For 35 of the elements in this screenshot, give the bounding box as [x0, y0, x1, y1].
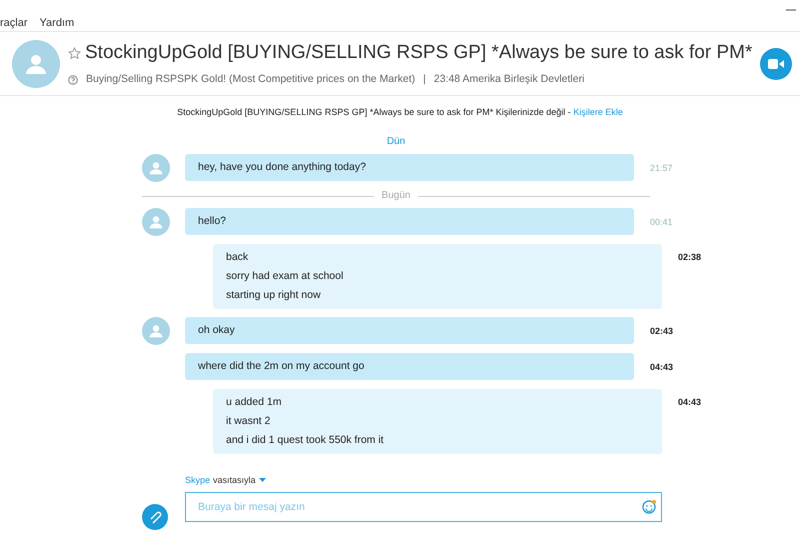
- message-text: it wasnt 2: [226, 414, 272, 429]
- message-text: and i did 1 quest took 550k from it: [226, 433, 385, 448]
- via-label: vasıtasıyla: [213, 474, 256, 487]
- day-separator: Dün: [386, 136, 406, 148]
- message-time: 02:43: [650, 325, 674, 338]
- notice-text: StockingUpGold [BUYING/SELLING RSPS GP] *Always be sure to ask for PM* Kişilerinizde değil -: [177, 107, 571, 117]
- message-text: u added 1m: [226, 395, 282, 410]
- menu-item[interactable]: raçlar: [0, 16, 28, 30]
- avatar-icon: [12, 40, 60, 88]
- video-call-button[interactable]: [760, 48, 792, 80]
- help-icon[interactable]: [68, 74, 78, 85]
- menu-item[interactable]: Yardım: [40, 16, 74, 30]
- message-text: hello?: [198, 214, 228, 229]
- caret-icon[interactable]: [258, 478, 266, 484]
- emoji-icon[interactable]: [642, 500, 656, 514]
- video-camera-icon: [768, 58, 784, 68]
- message-time: 02:38: [678, 251, 702, 264]
- message-time: 21:57: [650, 162, 674, 175]
- message-text: hey, have you done anything today?: [198, 160, 367, 175]
- message-text: oh okay: [198, 323, 236, 338]
- separator-label: |: [423, 72, 426, 87]
- attach-icon[interactable]: [142, 504, 168, 530]
- message-text: back: [226, 250, 250, 265]
- message-text: sorry had exam at school: [226, 269, 344, 284]
- message-time: 04:43: [678, 396, 702, 409]
- contact-status: Buying/Selling RSPSPK Gold! (Most Competitive prices on the Market): [86, 72, 416, 87]
- message-text: where did the 2m on my account go: [198, 359, 366, 374]
- favorite-star-icon[interactable]: [68, 46, 81, 60]
- message-text: starting up right now: [226, 288, 322, 303]
- day-separator: Bugün: [380, 190, 412, 202]
- message-input[interactable]: Buraya bir mesaj yazın: [185, 492, 662, 522]
- message-time: 04:43: [650, 361, 674, 374]
- message-time: 00:41: [650, 216, 674, 229]
- contact-name: StockingUpGold [BUYING/SELLING RSPS GP] *Always be sure to ask for PM*: [85, 41, 752, 66]
- local-time: 23:48 Amerika Birleşik Devletleri: [434, 72, 584, 87]
